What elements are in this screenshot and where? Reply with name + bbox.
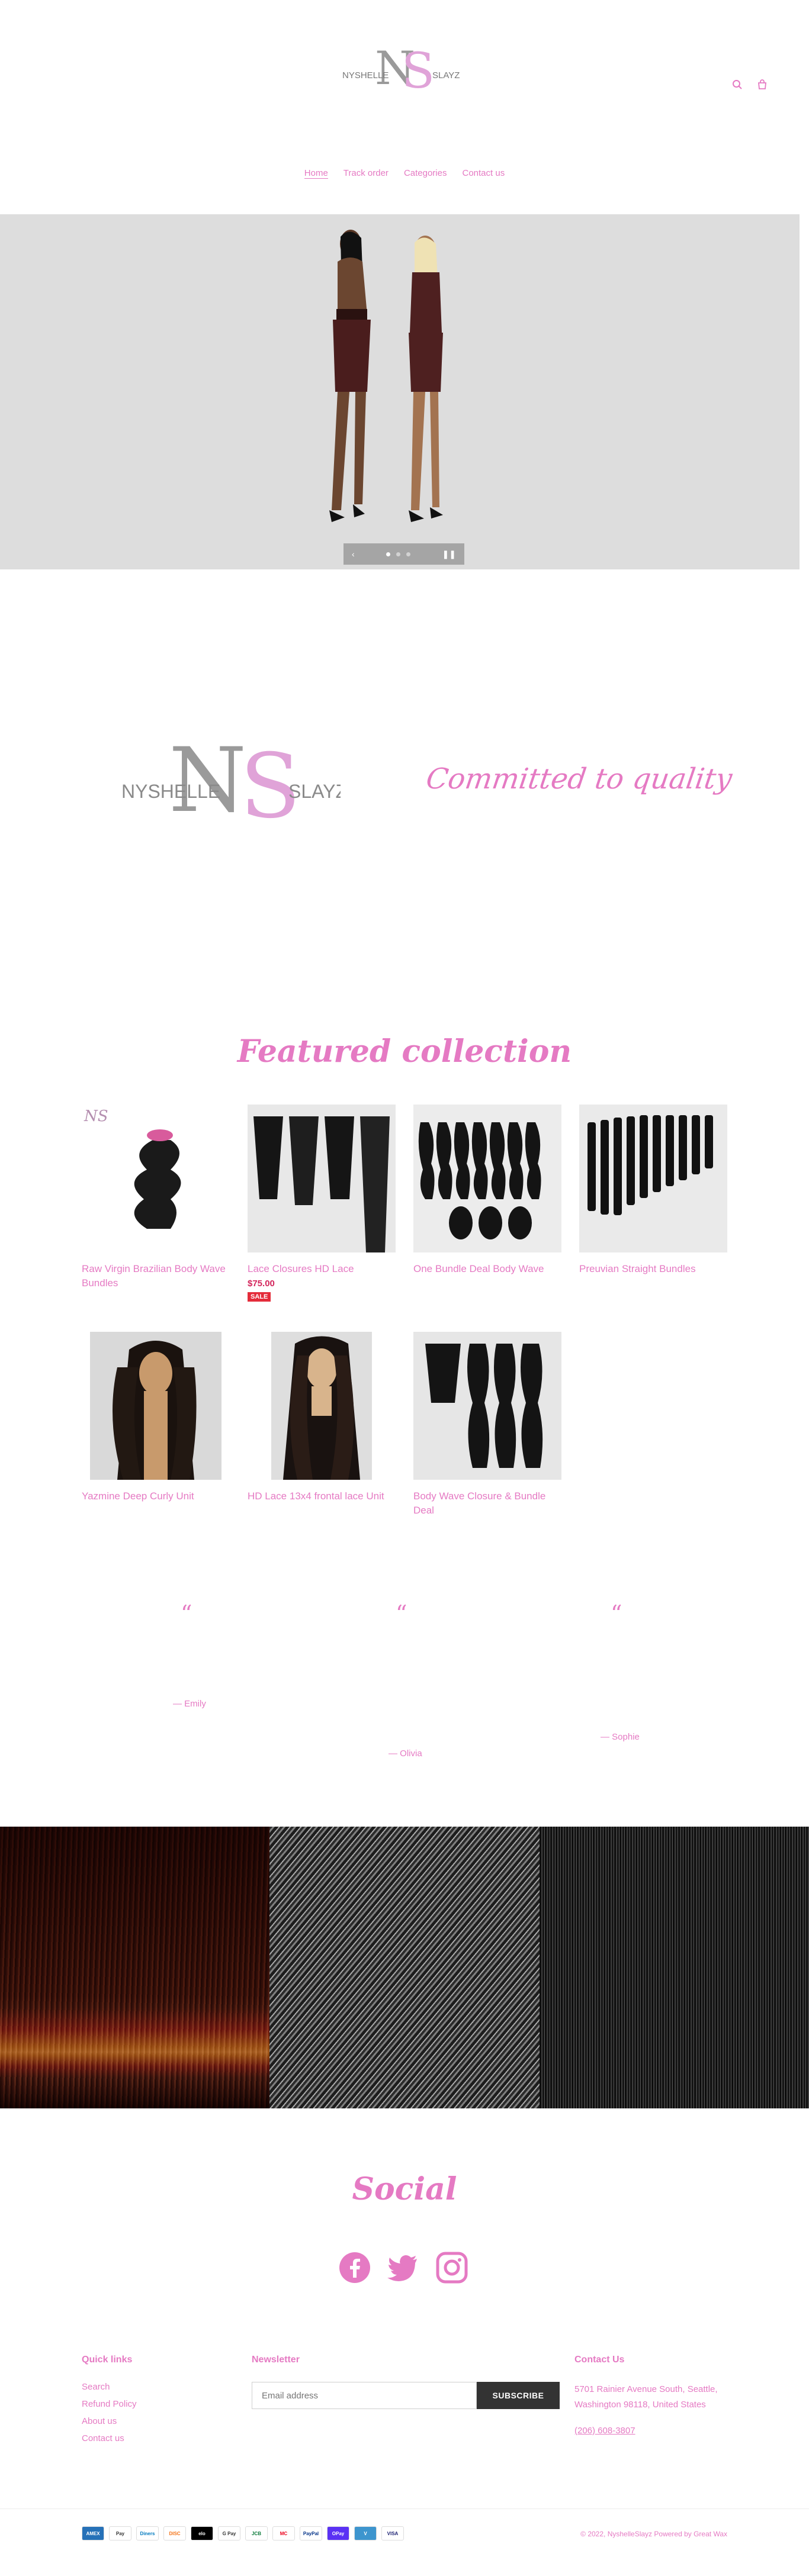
- quick-links-title: Quick links: [82, 2355, 133, 2365]
- product-title[interactable]: Raw Virgin Brazilian Body Wave Bundles: [82, 1262, 230, 1290]
- paypal-icon: PayPal: [300, 2526, 322, 2540]
- slide-prev-button[interactable]: ‹: [352, 549, 355, 559]
- product-image: [579, 1105, 727, 1252]
- product-title[interactable]: Yazmine Deep Curly Unit: [82, 1489, 230, 1503]
- slide-dot[interactable]: [396, 552, 401, 556]
- big-logo-right-word: SLAYZ: [288, 781, 341, 802]
- nav-contact-us[interactable]: Contact us: [462, 168, 505, 179]
- gallery-image: [269, 1827, 540, 2108]
- tagline: Committed to quality: [424, 762, 734, 796]
- product-card[interactable]: HD Lace 13x4 frontal lace Unit: [248, 1332, 396, 1547]
- big-logo-left-word: NYSHELLE: [121, 781, 220, 802]
- product-card[interactable]: Yazmine Deep Curly Unit: [82, 1332, 230, 1547]
- hero-image: [0, 214, 800, 569]
- product-title[interactable]: Body Wave Closure & Bundle Deal: [413, 1489, 561, 1518]
- jcb-icon: JCB: [245, 2526, 268, 2540]
- copyright: © 2022, NyshelleSlayz Powered by Great W…: [580, 2530, 727, 2538]
- sale-badge: SALE: [248, 1292, 271, 1302]
- logo-letter-s: S: [402, 43, 435, 99]
- product-price: $75.00: [248, 1279, 275, 1289]
- product-card[interactable]: Body Wave Closure & Bundle Deal: [413, 1332, 561, 1547]
- hair-gallery: [0, 1827, 809, 2108]
- twitter-icon[interactable]: [387, 2252, 419, 2287]
- contact-title: Contact Us: [574, 2355, 625, 2365]
- nav-categories[interactable]: Categories: [404, 168, 447, 179]
- payment-icons: AMEX Pay Diners DISC elo G Pay JCB MC Pa…: [82, 2526, 404, 2540]
- email-field[interactable]: [252, 2382, 477, 2409]
- social-title: Social: [352, 2171, 457, 2207]
- product-title[interactable]: HD Lace 13x4 frontal lace Unit: [248, 1489, 396, 1503]
- testimonial-author: — Olivia: [389, 1749, 422, 1759]
- gallery-image: [539, 1827, 809, 2108]
- brand-logo-large: N S NYSHELLE SLAYZ: [121, 729, 347, 838]
- product-image: [82, 1332, 230, 1480]
- elo-icon: elo: [191, 2526, 213, 2540]
- product-image: NS: [82, 1105, 230, 1252]
- logo-right-word: SLAYZ: [432, 70, 460, 80]
- quote-icon: “: [181, 1601, 192, 1627]
- mastercard-icon: MC: [272, 2526, 295, 2540]
- footer-link-about-us[interactable]: About us: [82, 2416, 137, 2426]
- search-icon[interactable]: [732, 79, 743, 90]
- nav-track-order[interactable]: Track order: [343, 168, 389, 179]
- quote-icon: “: [611, 1601, 622, 1627]
- facebook-icon[interactable]: [339, 2252, 371, 2287]
- footer-link-contact-us[interactable]: Contact us: [82, 2433, 137, 2443]
- gallery-image: [0, 1827, 270, 2108]
- testimonial-author: — Emily: [173, 1699, 206, 1709]
- quote-icon: “: [396, 1601, 407, 1627]
- diners-club-icon: Diners: [136, 2526, 159, 2540]
- product-image: [413, 1105, 561, 1252]
- svg-text:NS: NS: [84, 1107, 108, 1125]
- slide-dot[interactable]: [406, 552, 411, 556]
- footer-contact: Contact Us 5701 Rainier Avenue South, Se…: [574, 2355, 723, 2436]
- product-title[interactable]: Preuvian Straight Bundles: [579, 1262, 727, 1276]
- logo-left-word: NYSHELLE: [342, 70, 389, 80]
- instagram-icon[interactable]: [436, 2252, 468, 2287]
- venmo-icon: V: [354, 2526, 377, 2540]
- shop-pay-icon: OPay: [327, 2526, 349, 2540]
- product-title[interactable]: Lace Closures HD Lace: [248, 1262, 396, 1276]
- product-title[interactable]: One Bundle Deal Body Wave: [413, 1262, 561, 1276]
- cart-icon[interactable]: [757, 79, 768, 90]
- amex-icon: AMEX: [82, 2526, 104, 2540]
- newsletter-title: Newsletter: [252, 2355, 300, 2365]
- product-card[interactable]: Preuvian Straight Bundles: [579, 1105, 727, 1320]
- discover-icon: DISC: [163, 2526, 186, 2540]
- slide-pause-button[interactable]: ❚❚: [442, 549, 456, 559]
- product-card[interactable]: NS Raw Virgin Brazilian Body Wave Bundle…: [82, 1105, 230, 1320]
- apple-pay-icon: Pay: [109, 2526, 131, 2540]
- google-pay-icon: G Pay: [218, 2526, 240, 2540]
- site-logo[interactable]: N S NYSHELLE SLAYZ: [342, 41, 467, 107]
- slide-dot[interactable]: [386, 552, 391, 556]
- store-phone[interactable]: (206) 608-3807: [574, 2426, 723, 2436]
- nav-home[interactable]: Home: [304, 168, 328, 179]
- footer-link-search[interactable]: Search: [82, 2382, 137, 2392]
- main-nav: Home Track order Categories Contact us: [0, 168, 809, 179]
- visa-icon: VISA: [381, 2526, 404, 2540]
- footer-link-refund-policy[interactable]: Refund Policy: [82, 2399, 137, 2409]
- product-image: [248, 1105, 396, 1252]
- product-image: [248, 1332, 396, 1480]
- testimonial-author: — Sophie: [601, 1732, 640, 1742]
- featured-collection-title: Featured collection: [237, 1033, 572, 1070]
- hero-slideshow: ‹ ❚❚: [0, 214, 800, 569]
- store-address: 5701 Rainier Avenue South, Seattle, Wash…: [574, 2384, 718, 2410]
- slideshow-controls: ‹ ❚❚: [343, 543, 464, 565]
- footer-newsletter: Newsletter SUBSCRIBE: [252, 2355, 560, 2409]
- footer-quick-links: Quick links Search Refund Policy About u…: [82, 2355, 137, 2451]
- product-image: [413, 1332, 561, 1480]
- product-card[interactable]: One Bundle Deal Body Wave: [413, 1105, 561, 1320]
- subscribe-button[interactable]: SUBSCRIBE: [477, 2382, 560, 2409]
- product-grid: NS Raw Virgin Brazilian Body Wave Bundle…: [82, 1105, 728, 1547]
- product-card[interactable]: Lace Closures HD Lace $75.00 SALE: [248, 1105, 396, 1320]
